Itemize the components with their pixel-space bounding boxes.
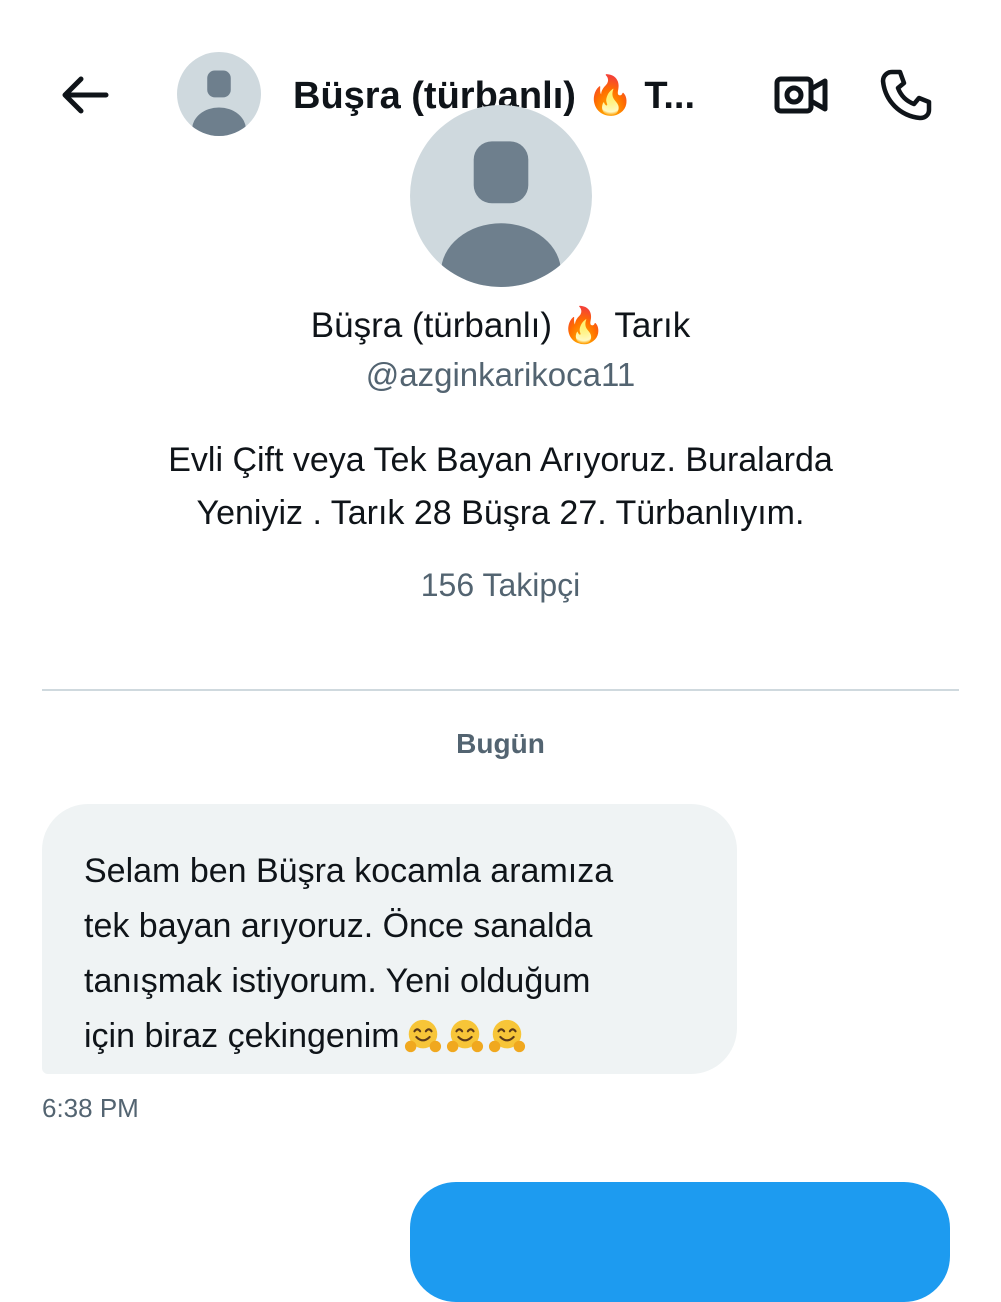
message-timestamp: 6:38 PM — [42, 1093, 139, 1123]
back-button[interactable] — [58, 70, 112, 120]
arrow-left-icon — [62, 76, 109, 114]
default-avatar-icon — [440, 141, 562, 287]
message-line: tanışmak istiyorum. Yeni olduğum — [84, 962, 591, 1000]
message-line: Selam ben Büşra kocamla aramıza — [84, 852, 614, 890]
followers-count[interactable]: 156 Takipçi — [0, 562, 1001, 608]
divider — [42, 689, 959, 691]
profile-bio-line: Evli Çift veya Tek Bayan Arıyoruz. Bural… — [168, 441, 833, 479]
message-line: tek bayan arıyoruz. Önce sanalda — [84, 907, 593, 945]
voice-call-button[interactable] — [876, 66, 936, 124]
hugging-face-emoji-icon — [404, 1019, 441, 1053]
profile-handle[interactable]: @azginkarikoca11 — [0, 352, 1001, 398]
profile-bio-line: Yeniyiz . Tarık 28 Büşra 27. Türbanlıyım… — [196, 494, 805, 532]
profile-avatar[interactable] — [410, 105, 592, 287]
date-separator: Bugün — [456, 728, 545, 759]
hugging-face-emoji-icon — [446, 1019, 483, 1053]
profile-bio: Evli Çift veya Tek Bayan Arıyoruz. Bural… — [100, 434, 901, 540]
message-text: Selam ben Büşra kocamla aramıza tek baya… — [84, 844, 697, 1064]
message-bubble-outgoing[interactable] — [410, 1182, 950, 1302]
message-bubble-incoming[interactable]: Selam ben Büşra kocamla aramıza tek baya… — [42, 804, 737, 1074]
profile-name[interactable]: Büşra (türbanlı) 🔥 Tarık — [0, 302, 1001, 350]
default-avatar-icon — [192, 70, 246, 136]
message-line-text: için biraz çekingenim — [84, 1017, 400, 1055]
message-line: için biraz çekingenim — [84, 1009, 697, 1064]
video-camera-icon — [774, 76, 828, 114]
phone-icon — [880, 69, 932, 121]
header-avatar[interactable] — [177, 52, 261, 136]
video-call-button[interactable] — [772, 70, 830, 120]
hugging-face-emoji-icon — [488, 1019, 525, 1053]
